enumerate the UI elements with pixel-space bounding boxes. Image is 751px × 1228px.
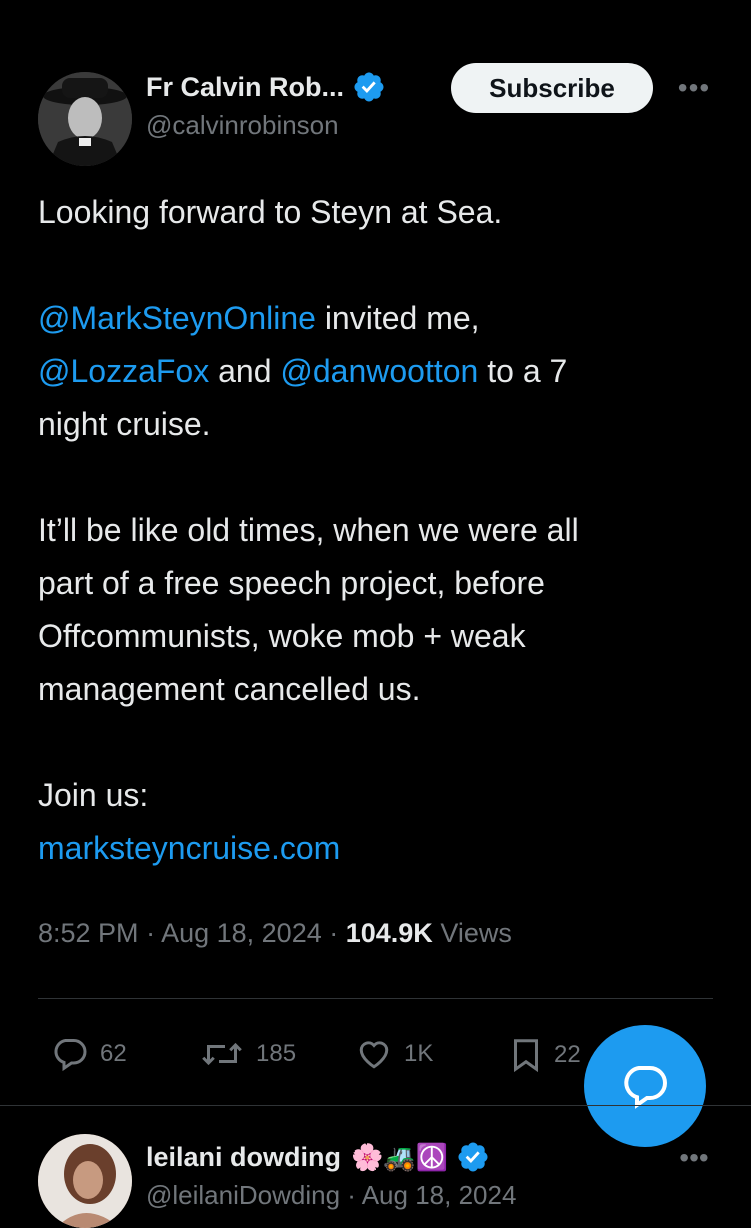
tweet-line: Looking forward to Steyn at Sea. xyxy=(38,194,503,230)
author-name[interactable]: Fr Calvin Rob... xyxy=(146,72,344,103)
repost-icon xyxy=(202,1042,242,1066)
bookmark-button[interactable]: 22 xyxy=(508,1036,581,1074)
divider xyxy=(0,1105,751,1106)
views-count: 104.9K xyxy=(345,918,433,948)
repost-button[interactable]: 185 xyxy=(198,1036,296,1072)
heart-icon xyxy=(359,1041,389,1069)
like-count: 1K xyxy=(404,1040,434,1067)
like-button[interactable]: 1K xyxy=(354,1036,433,1072)
views-label: Views xyxy=(432,918,512,948)
reply-author-avatar[interactable] xyxy=(38,1134,132,1228)
tweet-text-span: to a 7 xyxy=(478,353,568,389)
divider xyxy=(38,998,713,999)
compose-reply-icon xyxy=(624,1066,667,1109)
tweet-text-span: invited me, xyxy=(315,300,480,336)
name-emojis: 🌸🚜☮️ xyxy=(351,1141,449,1172)
tweet-time[interactable]: 8:52 PM xyxy=(38,918,139,948)
reply-icon xyxy=(54,1039,87,1072)
reply-count: 62 xyxy=(100,1040,127,1067)
subscribe-button[interactable]: Subscribe xyxy=(451,63,653,113)
author-name-row: Fr Calvin Rob... xyxy=(146,66,386,108)
tweet-line: marksteyncruise.com xyxy=(38,822,718,875)
separator: · xyxy=(138,918,162,948)
compose-reply-button[interactable] xyxy=(584,1025,706,1147)
tweet-line: @LozzaFox and @danwootton to a 7 xyxy=(38,345,718,398)
tweet-line: part of a free speech project, before xyxy=(38,565,545,601)
separator: · xyxy=(321,918,346,948)
bookmark-count: 22 xyxy=(554,1041,581,1068)
repost-count: 185 xyxy=(256,1040,297,1067)
tweet-text: Looking forward to Steyn at Sea. @MarkSt… xyxy=(38,186,718,875)
reply-author-name[interactable]: leilani dowding xyxy=(146,1142,341,1173)
tweet-text-span: and xyxy=(209,353,281,389)
external-link[interactable]: marksteyncruise.com xyxy=(38,830,340,866)
more-icon[interactable]: ••• xyxy=(678,1142,710,1174)
author-avatar[interactable] xyxy=(38,72,132,166)
tweet-line: It’ll be like old times, when we were al… xyxy=(38,512,579,548)
tweet-line: night cruise. xyxy=(38,406,211,442)
tweet-line: Join us: xyxy=(38,777,149,813)
bookmark-icon xyxy=(514,1039,538,1073)
tweet-line: @MarkSteynOnline invited me, xyxy=(38,292,718,345)
tweet-line: Offcommunists, woke mob + weak xyxy=(38,618,526,654)
author-handle[interactable]: @calvinrobinson xyxy=(146,110,339,141)
tweet-line: management cancelled us. xyxy=(38,671,421,707)
verified-badge-icon[interactable] xyxy=(456,1140,490,1174)
reply-author-name-row: leilani dowding 🌸🚜☮️ xyxy=(146,1136,490,1178)
tweet-date[interactable]: Aug 18, 2024 xyxy=(161,918,322,948)
mention-link[interactable]: @MarkSteynOnline xyxy=(38,300,316,336)
mention-link[interactable]: @danwootton xyxy=(280,353,478,389)
mention-link[interactable]: @LozzaFox xyxy=(38,353,209,389)
reply-button[interactable]: 62 xyxy=(50,1036,127,1072)
tweet-meta: 8:52 PM · Aug 18, 2024 · 104.9K Views xyxy=(38,918,512,949)
reply-author-handle[interactable]: @leilaniDowding · Aug 18, 2024 xyxy=(146,1180,516,1211)
more-icon[interactable]: ••• xyxy=(678,72,710,104)
verified-badge-icon[interactable] xyxy=(352,70,386,104)
